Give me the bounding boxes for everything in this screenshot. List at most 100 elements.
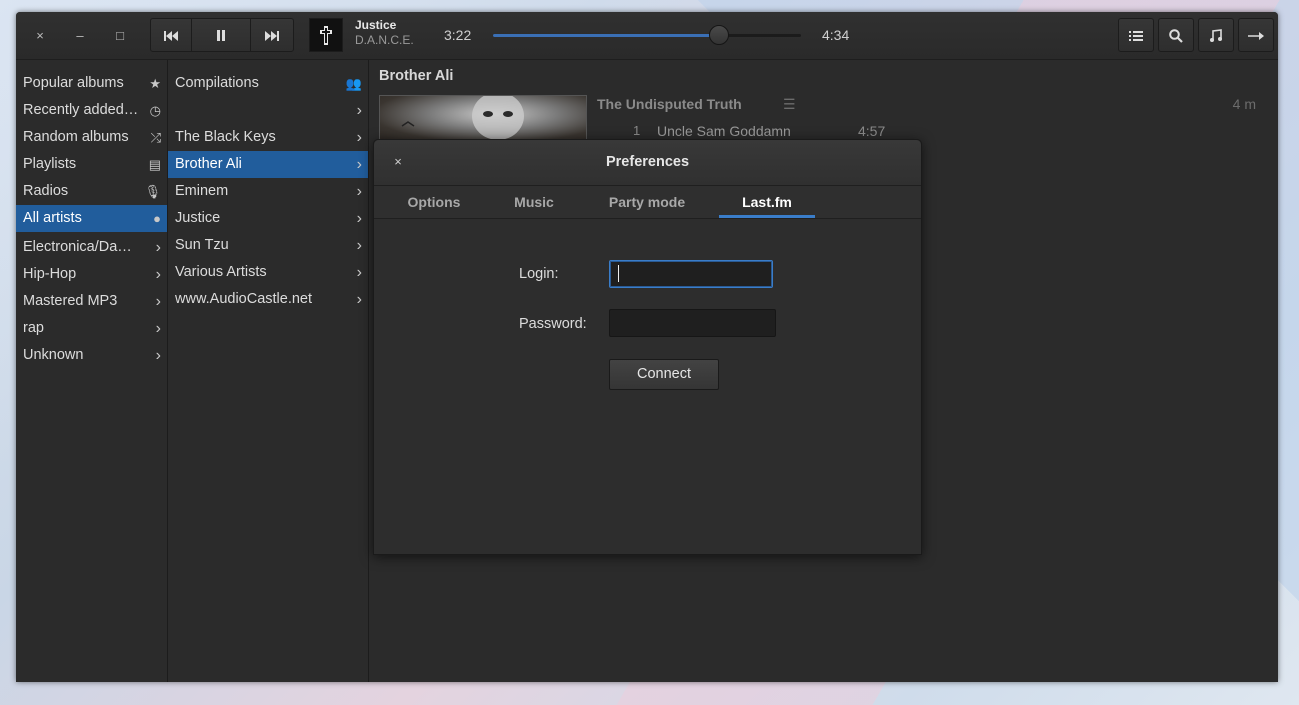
progress-slider[interactable] bbox=[493, 25, 801, 45]
chevron-right-icon: › bbox=[356, 183, 362, 200]
chevron-right-icon: › bbox=[356, 291, 362, 308]
list-view-button[interactable] bbox=[1118, 18, 1154, 52]
forward-button[interactable] bbox=[1238, 18, 1274, 52]
music-note-icon bbox=[1210, 28, 1222, 42]
arrow-right-icon bbox=[1248, 31, 1264, 40]
window-maximize-button[interactable]: □ bbox=[108, 24, 132, 48]
sidebar-item-genre[interactable]: Playlists ▤ bbox=[16, 151, 167, 178]
chevron-right-icon: › bbox=[356, 264, 362, 281]
album-menu-icon[interactable]: ☰ bbox=[783, 96, 796, 113]
artist-label: The Black Keys bbox=[175, 129, 276, 145]
chevron-right-icon: › bbox=[356, 237, 362, 254]
chevron-right-icon: › bbox=[155, 293, 161, 310]
total-time: 4:34 bbox=[822, 27, 850, 43]
sidebar-item-label: Mastered MP3 bbox=[23, 293, 118, 309]
artist-list-item[interactable]: The Black Keys › bbox=[168, 124, 368, 151]
chevron-right-icon: › bbox=[356, 129, 362, 146]
connect-button[interactable]: Connect bbox=[609, 359, 719, 390]
sidebar-item-label: Hip-Hop bbox=[23, 266, 77, 282]
chevron-right-icon: › bbox=[356, 102, 362, 119]
artist-label: Sun Tzu bbox=[175, 237, 229, 253]
window-minimize-button[interactable]: – bbox=[68, 24, 92, 48]
sidebar-item-genre[interactable]: rap › bbox=[16, 315, 167, 342]
pause-button[interactable] bbox=[191, 18, 251, 52]
now-playing-cover[interactable] bbox=[309, 18, 343, 52]
preferences-dialog: × Preferences Options Music Party mode L… bbox=[373, 139, 922, 555]
login-field[interactable] bbox=[609, 260, 773, 288]
next-track-icon bbox=[265, 30, 279, 41]
microphone-icon: 🎙 bbox=[144, 184, 161, 199]
tab-lastfm[interactable]: Last.fm bbox=[719, 186, 815, 218]
now-playing-title: Justice bbox=[355, 18, 397, 32]
sidebar-item-genre[interactable]: Recently added… ◷ bbox=[16, 97, 167, 124]
sidebar-item-genre[interactable]: Mastered MP3 › bbox=[16, 288, 167, 315]
search-button[interactable] bbox=[1158, 18, 1194, 52]
previous-button[interactable] bbox=[150, 18, 192, 52]
now-playing-album: D.A.N.C.E. bbox=[355, 33, 414, 47]
sidebar-item-label: Radios bbox=[23, 183, 69, 199]
login-label: Login: bbox=[519, 266, 559, 282]
cross-logo-icon bbox=[320, 26, 332, 45]
text-caret bbox=[618, 265, 619, 282]
artist-list-item[interactable]: www.AudioCastle.net › bbox=[168, 286, 368, 313]
header-bar: × – □ Justice D.A.N.C.E. 3:22 4:34 bbox=[16, 12, 1278, 60]
password-field[interactable] bbox=[609, 309, 776, 337]
genres-pane: Popular albums ★ Recently added… ◷ Random al… bbox=[16, 60, 168, 682]
sidebar-item-label: Popular albums bbox=[23, 75, 124, 91]
password-label: Password: bbox=[519, 316, 587, 332]
window-close-button[interactable]: × bbox=[28, 24, 52, 48]
lyrics-button[interactable] bbox=[1198, 18, 1234, 52]
next-button[interactable] bbox=[250, 18, 294, 52]
artist-list-item[interactable]: Eminem › bbox=[168, 178, 368, 205]
sidebar-item-genre[interactable]: All artists ● bbox=[16, 205, 167, 232]
person-icon: ● bbox=[153, 211, 161, 226]
track-number: 1 bbox=[633, 123, 641, 138]
sidebar-item-label: Electronica/Da… bbox=[23, 239, 132, 255]
track-duration: 4:57 bbox=[858, 123, 886, 139]
sidebar-item-label: Unknown bbox=[23, 347, 84, 363]
artist-label: Justice bbox=[175, 210, 221, 226]
artist-list-item[interactable]: Brother Ali › bbox=[168, 151, 368, 178]
search-icon bbox=[1169, 29, 1183, 43]
track-name[interactable]: Uncle Sam Goddamn bbox=[657, 123, 791, 139]
previous-track-icon bbox=[164, 30, 178, 41]
dialog-tabs: Options Music Party mode Last.fm bbox=[374, 186, 921, 219]
artist-label: www.AudioCastle.net bbox=[175, 291, 313, 307]
album-duration: 4 m bbox=[1232, 96, 1256, 112]
album-cover[interactable] bbox=[379, 95, 587, 142]
artist-list-item[interactable]: Various Artists › bbox=[168, 259, 368, 286]
sidebar-item-genre[interactable]: Unknown › bbox=[16, 342, 167, 369]
progress-fill bbox=[493, 34, 718, 37]
tab-party-mode[interactable]: Party mode bbox=[598, 186, 696, 218]
artist-label: Brother Ali bbox=[175, 156, 242, 172]
clock-icon: ◷ bbox=[149, 103, 161, 118]
album-cover-art bbox=[401, 96, 524, 140]
elapsed-time: 3:22 bbox=[444, 27, 472, 43]
sidebar-item-genre[interactable]: Hip-Hop › bbox=[16, 261, 167, 288]
progress-handle[interactable] bbox=[708, 25, 729, 45]
sidebar-item-genre[interactable]: Random albums ⤮ bbox=[16, 124, 167, 151]
chevron-right-icon: › bbox=[155, 347, 161, 364]
artist-list-item[interactable]: Sun Tzu › bbox=[168, 232, 368, 259]
chevron-right-icon: › bbox=[155, 266, 161, 283]
artist-label: Compilations bbox=[175, 75, 259, 91]
artist-heading: Brother Ali bbox=[379, 68, 454, 84]
sidebar-item-genre[interactable]: Electronica/Da… › bbox=[16, 234, 167, 261]
artists-pane: Compilations 👥 › The Black Keys › Brother Ali… bbox=[168, 60, 369, 682]
artist-list-item[interactable]: Justice › bbox=[168, 205, 368, 232]
sidebar-item-genre[interactable]: Popular albums ★ bbox=[16, 70, 167, 97]
sidebar-item-genre[interactable]: Radios 🎙 bbox=[16, 178, 167, 205]
sidebar-item-label: rap bbox=[23, 320, 44, 336]
artist-list-item[interactable]: Compilations 👥 bbox=[168, 70, 368, 97]
chevron-right-icon: › bbox=[356, 156, 362, 173]
chevron-right-icon: › bbox=[356, 210, 362, 227]
sidebar-item-label: Recently added… bbox=[23, 102, 139, 118]
artist-list-item[interactable]: › bbox=[168, 97, 368, 124]
tab-options[interactable]: Options bbox=[392, 186, 476, 218]
album-title[interactable]: The Undisputed Truth bbox=[597, 96, 742, 112]
tab-music[interactable]: Music bbox=[498, 186, 570, 218]
shuffle-icon: ⤮ bbox=[150, 130, 161, 145]
sidebar-item-label: Playlists bbox=[23, 156, 77, 172]
list-icon bbox=[1129, 30, 1143, 41]
chevron-right-icon: › bbox=[155, 320, 161, 337]
